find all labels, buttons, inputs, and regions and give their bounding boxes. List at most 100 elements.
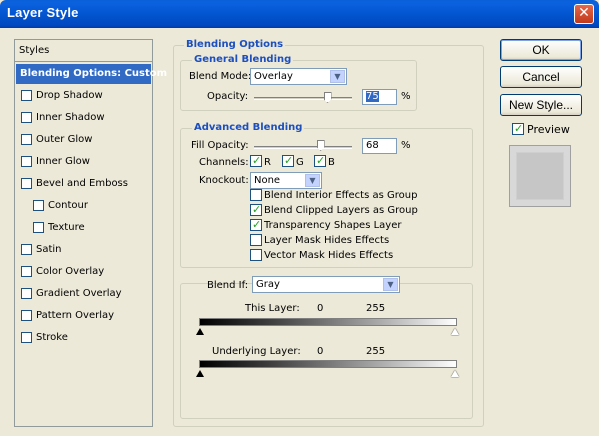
opacity-slider[interactable]	[254, 97, 352, 100]
blend-if-select[interactable]: Gray ▼	[252, 276, 400, 293]
fill-opacity-value: 68	[366, 140, 379, 151]
fill-opacity-slider[interactable]	[254, 146, 352, 149]
channel-g-checkbox[interactable]	[282, 154, 294, 167]
this-layer-min: 0	[317, 303, 324, 314]
style-preview-swatch	[509, 145, 571, 207]
style-item-inner-shadow[interactable]: Inner Shadow	[16, 108, 151, 128]
layer-mask-hides-effects-checkbox[interactable]	[250, 234, 262, 246]
style-item-label: Blending Options: Custom	[20, 68, 168, 79]
style-item-checkbox[interactable]	[21, 310, 32, 321]
underlying-black-slider[interactable]	[196, 370, 204, 377]
style-item-checkbox[interactable]	[21, 244, 32, 255]
underlying-white-slider[interactable]	[451, 370, 459, 377]
opacity-input[interactable]: 75	[362, 89, 397, 105]
style-item-label: Pattern Overlay	[36, 310, 115, 321]
underlying-layer-gradient	[199, 360, 457, 368]
window-title: Layer Style	[7, 5, 79, 20]
style-item-label: Color Overlay	[36, 266, 105, 277]
style-item-checkbox[interactable]	[21, 178, 32, 189]
style-item-label: Texture	[48, 222, 85, 233]
blend-interior-effects-as-group-label: Blend Interior Effects as Group	[264, 190, 418, 201]
style-item-gradient-overlay[interactable]: Gradient Overlay	[16, 284, 151, 304]
preview-label: Preview	[527, 123, 570, 136]
style-item-checkbox[interactable]	[21, 266, 32, 277]
title-bar: Layer Style ✕	[0, 0, 599, 28]
vector-mask-hides-effects-label: Vector Mask Hides Effects	[264, 250, 394, 261]
blend-clipped-layers-as-group-checkbox[interactable]	[250, 203, 262, 216]
style-item-checkbox[interactable]	[21, 288, 32, 299]
style-item-checkbox[interactable]	[21, 112, 32, 123]
this-layer-label: This Layer:	[245, 303, 300, 314]
style-item-inner-glow[interactable]: Inner Glow	[16, 152, 151, 172]
this-layer-black-slider[interactable]	[196, 328, 204, 335]
channel-r-label: R	[264, 157, 271, 168]
fill-opacity-input[interactable]: 68	[362, 138, 397, 154]
channel-r-checkbox[interactable]	[250, 154, 262, 167]
channels-label: Channels:	[199, 157, 249, 168]
channel-b-label: B	[328, 157, 335, 168]
preview-checkbox[interactable]	[512, 122, 524, 135]
this-layer-white-slider[interactable]	[451, 328, 459, 335]
knockout-select[interactable]: None ▼	[250, 172, 322, 189]
styles-list: Styles Blending Options: Custom Drop Shad…	[14, 39, 167, 427]
opacity-label: Opacity:	[207, 91, 249, 102]
style-item-texture[interactable]: Texture	[16, 218, 151, 238]
style-item-label: Satin	[36, 244, 62, 255]
fill-opacity-label: Fill Opacity:	[191, 140, 249, 151]
cancel-button[interactable]: Cancel	[500, 66, 582, 88]
layer-mask-hides-effects-label: Layer Mask Hides Effects	[264, 235, 390, 246]
style-item-satin[interactable]: Satin	[16, 240, 151, 260]
transparency-shapes-layer-checkbox[interactable]	[250, 218, 262, 231]
blend-mode-select[interactable]: Overlay ▼	[250, 68, 347, 85]
knockout-value: None	[254, 175, 281, 186]
style-item-label: Gradient Overlay	[36, 288, 122, 299]
underlying-layer-min: 0	[317, 346, 324, 357]
this-layer-gradient	[199, 318, 457, 326]
knockout-label: Knockout:	[199, 175, 249, 186]
close-button[interactable]: ✕	[574, 4, 594, 24]
style-item-stroke[interactable]: Stroke	[16, 328, 151, 348]
transparency-shapes-layer-label: Transparency Shapes Layer	[264, 220, 402, 231]
style-item-label: Inner Shadow	[36, 112, 105, 123]
style-item-contour[interactable]: Contour	[16, 196, 151, 216]
blend-if-label: Blend If:	[207, 280, 249, 291]
new-style-button[interactable]: New Style...	[500, 94, 582, 116]
channel-g-label: G	[296, 157, 304, 168]
style-item-label: Stroke	[36, 332, 68, 343]
style-item-bevel-and-emboss[interactable]: Bevel and Emboss	[16, 174, 151, 194]
blend-interior-effects-as-group-checkbox[interactable]	[250, 189, 262, 201]
style-item-label: Inner Glow	[36, 156, 90, 167]
close-icon: ✕	[578, 5, 590, 21]
blending-options-title: Blending Options	[184, 39, 286, 50]
style-item-checkbox[interactable]	[21, 90, 32, 101]
blend-mode-value: Overlay	[254, 71, 293, 82]
channel-b-checkbox[interactable]	[314, 154, 326, 167]
style-item-checkbox[interactable]	[21, 134, 32, 145]
style-item-label: Contour	[48, 200, 88, 211]
underlying-layer-label: Underlying Layer:	[212, 346, 301, 357]
this-layer-max: 255	[366, 303, 386, 314]
style-item-checkbox[interactable]	[21, 332, 32, 343]
style-item-pattern-overlay[interactable]: Pattern Overlay	[16, 306, 151, 326]
underlying-layer-max: 255	[366, 346, 386, 357]
vector-mask-hides-effects-checkbox[interactable]	[250, 249, 262, 261]
styles-header[interactable]: Styles	[15, 40, 152, 62]
opacity-unit: %	[401, 91, 411, 102]
style-item-label: Drop Shadow	[36, 90, 103, 101]
style-item-checkbox[interactable]	[33, 222, 44, 233]
style-item-outer-glow[interactable]: Outer Glow	[16, 130, 151, 150]
style-item-blending-options-custom[interactable]: Blending Options: Custom	[16, 64, 167, 84]
blend-clipped-layers-as-group-label: Blend Clipped Layers as Group	[264, 205, 418, 216]
blend-if-value: Gray	[256, 279, 280, 290]
ok-button[interactable]: OK	[500, 39, 582, 61]
chevron-down-icon: ▼	[383, 278, 398, 291]
style-item-color-overlay[interactable]: Color Overlay	[16, 262, 151, 282]
blend-mode-label: Blend Mode:	[189, 71, 252, 82]
style-item-label: Bevel and Emboss	[36, 178, 128, 189]
style-item-checkbox[interactable]	[33, 200, 44, 211]
fill-opacity-unit: %	[401, 140, 411, 151]
style-item-label: Outer Glow	[36, 134, 93, 145]
chevron-down-icon: ▼	[330, 70, 345, 83]
style-item-checkbox[interactable]	[21, 156, 32, 167]
style-item-drop-shadow[interactable]: Drop Shadow	[16, 86, 151, 106]
